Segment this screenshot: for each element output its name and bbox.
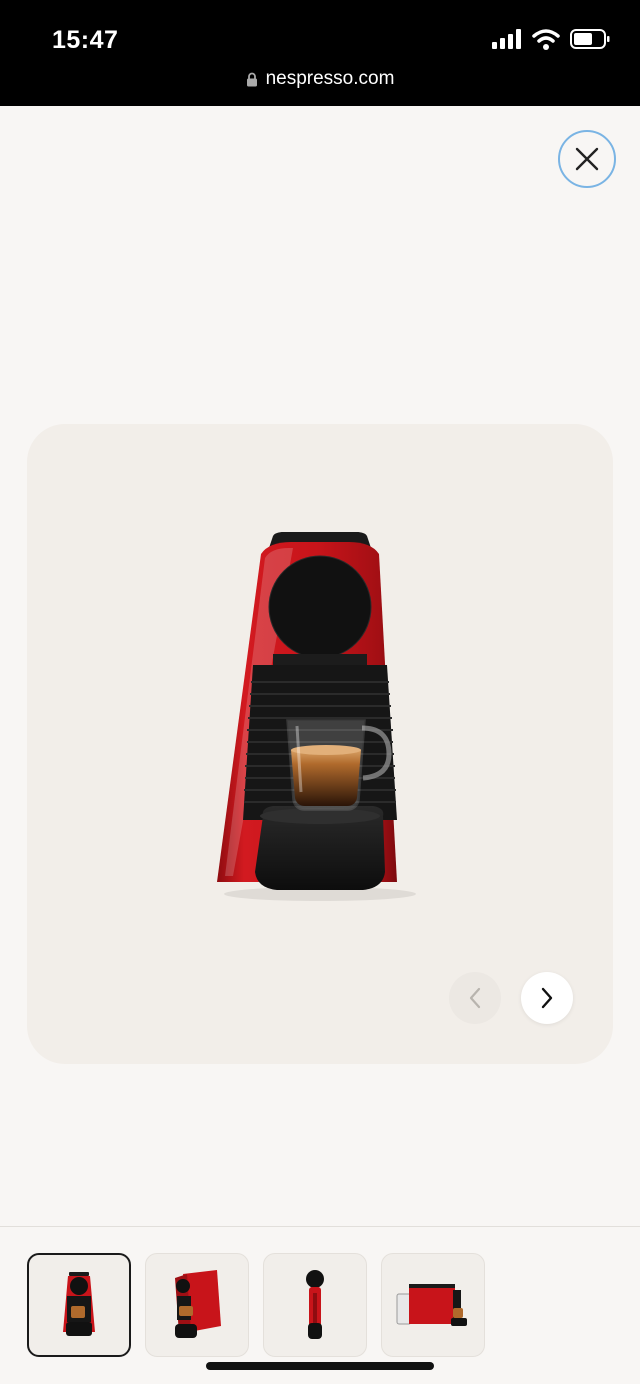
home-indicator[interactable]: [206, 1362, 434, 1370]
thumbnail-front[interactable]: [27, 1253, 131, 1357]
thumbnail-side[interactable]: [263, 1253, 367, 1357]
battery-icon: [570, 29, 610, 49]
divider: [0, 1226, 640, 1227]
machine-frother-thumbnail: [396, 1284, 467, 1326]
product-gallery[interactable]: [27, 424, 613, 1064]
wifi-icon: [532, 29, 560, 50]
lock-icon: [246, 72, 257, 86]
address-bar[interactable]: nespresso.com: [0, 68, 640, 90]
status-icons: [492, 28, 610, 50]
machine-front-thumbnail: [63, 1272, 95, 1336]
thumbnail-with-milk-frother[interactable]: [381, 1253, 485, 1357]
product-image: [217, 532, 416, 901]
chevron-right-icon: [541, 987, 553, 1009]
previous-image-button[interactable]: [449, 972, 501, 1024]
close-button[interactable]: [558, 130, 616, 188]
thumbnail-strip: [27, 1253, 485, 1357]
url-text: nespresso.com: [265, 68, 395, 89]
status-bar: 15:47 nespresso.com: [0, 0, 640, 106]
thumbnail-three-quarter[interactable]: [145, 1253, 249, 1357]
machine-side-thumbnail: [306, 1270, 324, 1339]
status-time: 15:47: [52, 26, 119, 54]
next-image-button[interactable]: [521, 972, 573, 1024]
machine-angle-thumbnail: [175, 1270, 221, 1338]
close-icon: [575, 147, 599, 171]
chevron-left-icon: [469, 987, 481, 1009]
signal-icon: [492, 29, 521, 49]
